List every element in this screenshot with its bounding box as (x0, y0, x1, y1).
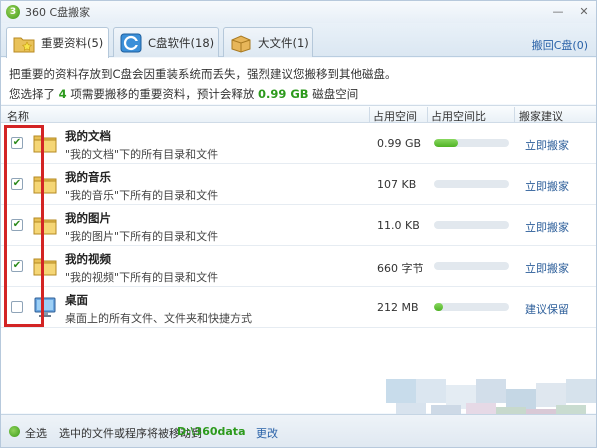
close-icon[interactable]: ✕ (576, 4, 592, 18)
item-name: 桌面 (65, 293, 88, 307)
title-bar[interactable]: 3 360 C盘搬家 — ✕ (1, 1, 596, 23)
bottom-bar: 全选 选中的文件或程序将被移动到 D:\360data 更改 (1, 414, 596, 447)
item-size: 660 字节 (377, 262, 424, 275)
move-back-to-c-link[interactable]: 搬回C盘(0) (532, 37, 588, 53)
tab-label: C盘软件(18) (148, 35, 215, 50)
item-description: "我的文档"下的所有目录和文件 (65, 148, 219, 161)
column-ratio[interactable]: 占用空间比 (431, 108, 486, 124)
size-ratio-bar (434, 221, 509, 229)
row-checkbox[interactable]: ✔ (11, 137, 23, 149)
item-action-link[interactable]: 建议保留 (525, 301, 569, 317)
size-ratio-bar (434, 262, 509, 270)
desktop-icon (33, 295, 57, 319)
app-logo-icon: 3 (6, 5, 20, 19)
column-name[interactable]: 名称 (7, 108, 29, 124)
change-destination-link[interactable]: 更改 (256, 425, 278, 441)
item-name: 我的音乐 (65, 170, 111, 184)
item-name: 我的文档 (65, 129, 111, 143)
select-all-label[interactable]: 全选 (25, 425, 47, 441)
item-size: 11.0 KB (377, 219, 420, 232)
item-description: "我的视频"下所有的目录和文件 (65, 271, 219, 284)
star-folder-icon (13, 33, 35, 53)
move-destination-path: D:\360data (177, 425, 246, 438)
box-icon (230, 33, 252, 53)
folder-icon (33, 172, 57, 196)
item-size: 107 KB (377, 178, 417, 191)
selection-summary: 您选择了 4 项需要搬移的重要资料，预计会释放 0.99 GB 磁盘空间 (9, 86, 358, 102)
item-size: 0.99 GB (377, 137, 422, 150)
summary-text: 磁盘空间 (308, 87, 359, 101)
size-ratio-bar (434, 303, 509, 311)
table-row[interactable]: ✔ 我的文档 "我的文档"下的所有目录和文件 0.99 GB 立即搬家 (1, 123, 596, 164)
row-checkbox[interactable]: ✔ (11, 219, 23, 231)
item-description: "我的音乐"下所有的目录和文件 (65, 189, 219, 202)
tab-label: 大文件(1) (258, 35, 309, 50)
minimize-icon[interactable]: — (550, 4, 566, 18)
selected-count: 4 (58, 87, 67, 101)
summary-text: 项需要搬移的重要资料，预计会释放 (66, 87, 258, 101)
item-name: 我的视频 (65, 252, 111, 266)
window-title: 360 C盘搬家 (25, 6, 91, 19)
size-ratio-bar (434, 139, 509, 147)
folder-icon (33, 131, 57, 155)
row-checkbox[interactable]: ✔ (11, 178, 23, 190)
tab-large-files[interactable]: 大文件(1) (223, 27, 313, 57)
size-ratio-fill (434, 303, 443, 311)
tab-c-software[interactable]: C盘软件(18) (113, 27, 219, 57)
tab-label: 重要资料(5) (41, 36, 104, 50)
items-table: ✔ 我的文档 "我的文档"下的所有目录和文件 0.99 GB 立即搬家 ✔ 我的音乐 "我的音… (1, 123, 596, 329)
table-row[interactable]: ✔ 我的视频 "我的视频"下所有的目录和文件 660 字节 立即搬家 (1, 246, 596, 287)
row-checkbox[interactable] (11, 301, 23, 313)
table-row[interactable]: ✔ 我的图片 "我的图片"下所有的目录和文件 11.0 KB 立即搬家 (1, 205, 596, 246)
item-action-link[interactable]: 立即搬家 (525, 260, 569, 276)
info-panel: 把重要的资料存放到C盘会因重装系统而丢失，强烈建议您搬移到其他磁盘。 您选择了 … (1, 58, 596, 104)
window-controls: — ✕ (550, 4, 592, 18)
size-ratio-fill (434, 139, 458, 147)
item-size: 212 MB (377, 301, 419, 314)
item-description: 桌面上的所有文件、文件夹和快捷方式 (65, 312, 252, 325)
row-checkbox[interactable]: ✔ (11, 260, 23, 272)
item-action-link[interactable]: 立即搬家 (525, 137, 569, 153)
tab-important-data[interactable]: 重要资料(5) (6, 27, 109, 58)
c-drive-icon (120, 33, 142, 53)
size-ratio-bar (434, 180, 509, 188)
table-header: 名称 占用空间 占用空间比 搬家建议 (1, 105, 596, 124)
select-all-toggle[interactable] (9, 426, 20, 437)
app-window: 3 360 C盘搬家 — ✕ 重要资料(5) C盘软件(18) 大文件(1) 搬… (0, 0, 597, 448)
folder-icon (33, 254, 57, 278)
item-action-link[interactable]: 立即搬家 (525, 178, 569, 194)
table-row[interactable]: ✔ 我的音乐 "我的音乐"下所有的目录和文件 107 KB 立即搬家 (1, 164, 596, 205)
folder-icon (33, 213, 57, 237)
item-name: 我的图片 (65, 211, 111, 225)
warning-text: 把重要的资料存放到C盘会因重装系统而丢失，强烈建议您搬移到其他磁盘。 (9, 67, 397, 81)
tab-bar: 重要资料(5) C盘软件(18) 大文件(1) 搬回C盘(0) (1, 23, 596, 58)
summary-text: 您选择了 (9, 87, 59, 101)
release-size: 0.99 GB (257, 87, 309, 101)
item-description: "我的图片"下所有的目录和文件 (65, 230, 219, 243)
table-row[interactable]: 桌面桌面上的所有文件、文件夹和快捷方式 212 MB 建议保留 (1, 287, 596, 328)
column-advice[interactable]: 搬家建议 (519, 108, 563, 124)
item-action-link[interactable]: 立即搬家 (525, 219, 569, 235)
column-size[interactable]: 占用空间 (373, 108, 417, 124)
